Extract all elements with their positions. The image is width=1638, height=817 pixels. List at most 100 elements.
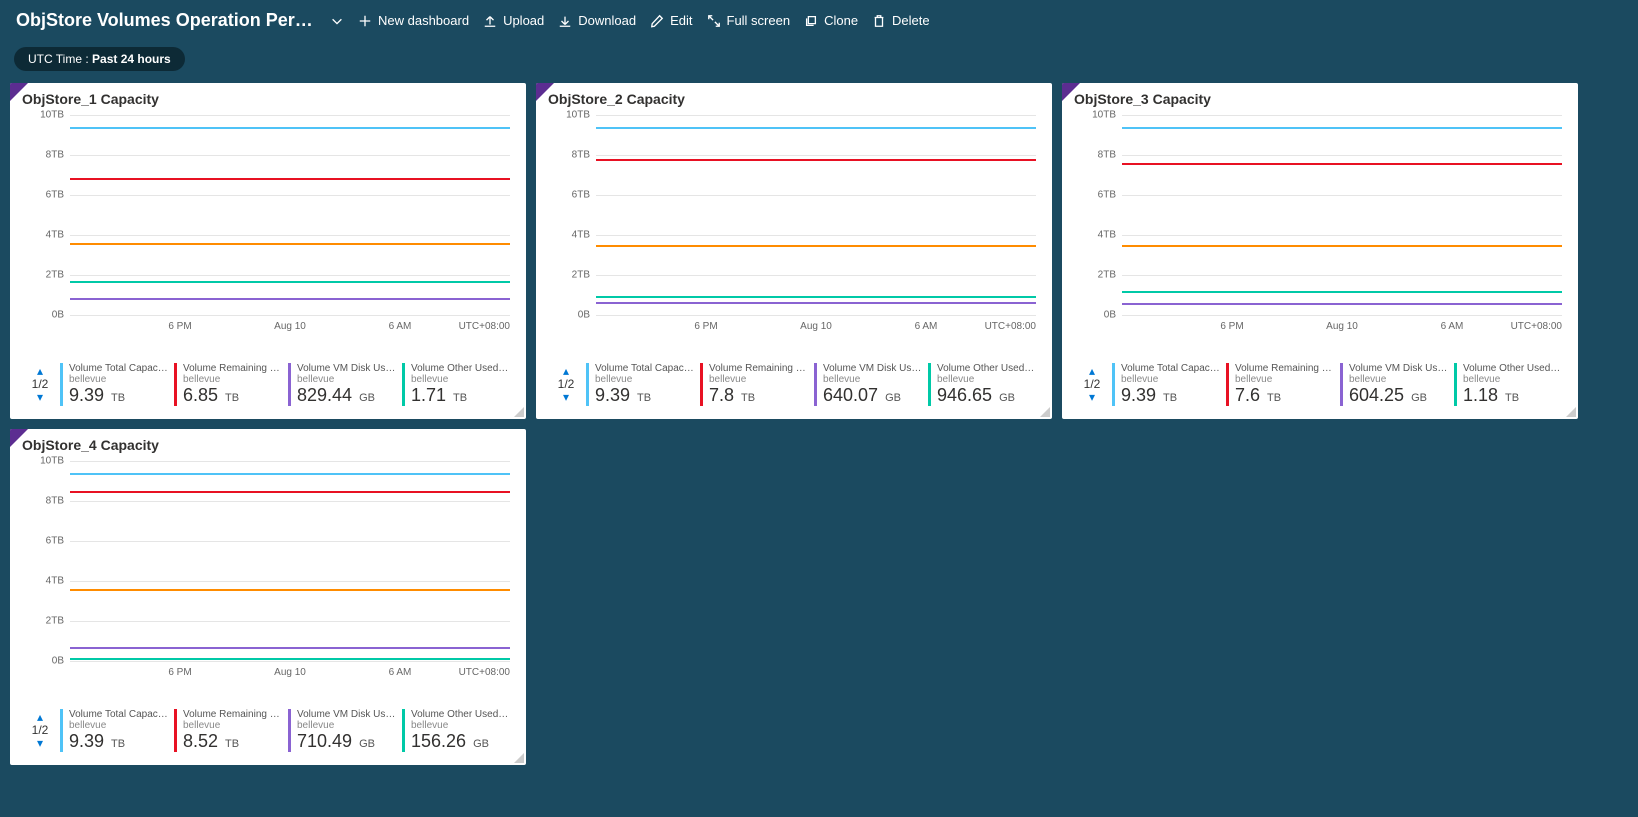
new-dashboard-button[interactable]: New dashboard (358, 13, 469, 28)
pager-up[interactable]: ▴ (1072, 365, 1112, 377)
metric-value: 7.8 TB (709, 385, 808, 406)
y-tick: 0B (20, 656, 64, 667)
series-line-vmdisk (70, 298, 510, 300)
metric-vmdisk[interactable]: Volume VM Disk Used ...bellevue710.49 GB (288, 709, 402, 752)
gridline (1122, 195, 1562, 196)
metric-pager: ▴1/2▾ (20, 365, 60, 403)
metric-other[interactable]: Volume Other Used Ca...bellevue156.26 GB (402, 709, 516, 752)
y-tick: 4TB (20, 576, 64, 587)
metric-label: Volume Other Used Ca... (411, 363, 510, 374)
gridline (596, 315, 1036, 316)
tile-footer: ▴1/2▾Volume Total Capacit...bellevue9.39… (20, 701, 516, 759)
metric-label: Volume VM Disk Used ... (297, 363, 396, 374)
clone-icon (804, 14, 818, 28)
metric-vmdisk[interactable]: Volume VM Disk Used ...bellevue829.44 GB (288, 363, 402, 406)
y-tick: 4TB (20, 230, 64, 241)
metric-remaining[interactable]: Volume Remaining Cap...bellevue6.85 TB (174, 363, 288, 406)
dashboard-dropdown[interactable] (330, 14, 344, 28)
metric-total[interactable]: Volume Total Capacit...bellevue9.39 TB (60, 363, 174, 406)
filter-badge[interactable] (536, 83, 555, 102)
metric-vmdisk[interactable]: Volume VM Disk Used ...bellevue640.07 GB (814, 363, 928, 406)
resize-grip[interactable] (514, 753, 524, 763)
time-range-prefix: UTC Time : (28, 52, 92, 66)
metric-sub: bellevue (297, 374, 396, 385)
resize-grip[interactable] (1040, 407, 1050, 417)
edit-label: Edit (670, 13, 692, 28)
metric-sub: bellevue (297, 720, 396, 731)
tile-title: ObjStore_2 Capacity (536, 83, 1052, 111)
delete-button[interactable]: Delete (872, 13, 930, 28)
x-tick: Aug 10 (274, 667, 306, 678)
metric-value: 604.25 GB (1349, 385, 1448, 406)
gridline (70, 275, 510, 276)
metric-sub: bellevue (823, 374, 922, 385)
metric-label: Volume Remaining Cap... (709, 363, 808, 374)
timezone-label: UTC+08:00 (1511, 321, 1562, 332)
plus-icon (358, 14, 372, 28)
pager-index: 1/2 (1072, 377, 1112, 391)
metric-other[interactable]: Volume Other Used Ca...bellevue1.18 TB (1454, 363, 1568, 406)
tiles-grid: ObjStore_1 Capacity0B2TB4TB6TB8TB10TB6 P… (0, 83, 1638, 775)
x-tick: 6 PM (168, 321, 191, 332)
metric-label: Volume Other Used Ca... (1463, 363, 1562, 374)
filter-badge[interactable] (10, 429, 29, 448)
clone-button[interactable]: Clone (804, 13, 858, 28)
metric-other[interactable]: Volume Other Used Ca...bellevue1.71 TB (402, 363, 516, 406)
trash-icon (872, 14, 886, 28)
metric-sub: bellevue (69, 374, 168, 385)
resize-grip[interactable] (1566, 407, 1576, 417)
y-tick: 6TB (546, 190, 590, 201)
series-line-orange (596, 245, 1036, 247)
y-tick: 6TB (20, 190, 64, 201)
chart-tile[interactable]: ObjStore_4 Capacity0B2TB4TB6TB8TB10TB6 P… (10, 429, 526, 765)
metric-label: Volume Total Capacit... (69, 709, 168, 720)
pager-up[interactable]: ▴ (20, 365, 60, 377)
x-tick: 6 PM (1220, 321, 1243, 332)
edit-button[interactable]: Edit (650, 13, 692, 28)
metric-total[interactable]: Volume Total Capacit...bellevue9.39 TB (60, 709, 174, 752)
metric-value: 829.44 GB (297, 385, 396, 406)
timezone-label: UTC+08:00 (985, 321, 1036, 332)
metric-sub: bellevue (937, 374, 1036, 385)
gridline (70, 661, 510, 662)
metric-pager: ▴1/2▾ (1072, 365, 1112, 403)
time-range-pill[interactable]: UTC Time : Past 24 hours (14, 47, 185, 71)
pager-down[interactable]: ▾ (1072, 391, 1112, 403)
filter-badge[interactable] (1062, 83, 1081, 102)
pager-up[interactable]: ▴ (546, 365, 586, 377)
metric-remaining[interactable]: Volume Remaining Cap...bellevue7.8 TB (700, 363, 814, 406)
timezone-label: UTC+08:00 (459, 667, 510, 678)
series-line-vmdisk (70, 647, 510, 649)
upload-button[interactable]: Upload (483, 13, 544, 28)
series-line-orange (70, 589, 510, 591)
resize-grip[interactable] (514, 407, 524, 417)
y-tick: 10TB (20, 110, 64, 121)
metric-vmdisk[interactable]: Volume VM Disk Used ...bellevue604.25 GB (1340, 363, 1454, 406)
chart-tile[interactable]: ObjStore_3 Capacity0B2TB4TB6TB8TB10TB6 P… (1062, 83, 1578, 419)
pager-down[interactable]: ▾ (20, 391, 60, 403)
pager-down[interactable]: ▾ (20, 737, 60, 749)
metric-total[interactable]: Volume Total Capacit...bellevue9.39 TB (586, 363, 700, 406)
metric-total[interactable]: Volume Total Capacit...bellevue9.39 TB (1112, 363, 1226, 406)
tile-title: ObjStore_4 Capacity (10, 429, 526, 457)
y-tick: 2TB (20, 616, 64, 627)
timezone-label: UTC+08:00 (459, 321, 510, 332)
metric-sub: bellevue (183, 374, 282, 385)
pencil-icon (650, 14, 664, 28)
x-tick: 6 AM (389, 321, 412, 332)
metric-remaining[interactable]: Volume Remaining Cap...bellevue8.52 TB (174, 709, 288, 752)
chart-tile[interactable]: ObjStore_1 Capacity0B2TB4TB6TB8TB10TB6 P… (10, 83, 526, 419)
pager-up[interactable]: ▴ (20, 711, 60, 723)
download-button[interactable]: Download (558, 13, 636, 28)
chart-tile[interactable]: ObjStore_2 Capacity0B2TB4TB6TB8TB10TB6 P… (536, 83, 1052, 419)
pager-down[interactable]: ▾ (546, 391, 586, 403)
x-tick: 6 AM (389, 667, 412, 678)
filter-badge[interactable] (10, 83, 29, 102)
series-line-total (70, 127, 510, 129)
dashboard-toolbar: ObjStore Volumes Operation Perfo... New … (0, 0, 1638, 41)
metric-remaining[interactable]: Volume Remaining Cap...bellevue7.6 TB (1226, 363, 1340, 406)
full-screen-button[interactable]: Full screen (707, 13, 791, 28)
gridline (596, 195, 1036, 196)
metric-other[interactable]: Volume Other Used Ca...bellevue946.65 GB (928, 363, 1042, 406)
series-line-orange (70, 243, 510, 245)
